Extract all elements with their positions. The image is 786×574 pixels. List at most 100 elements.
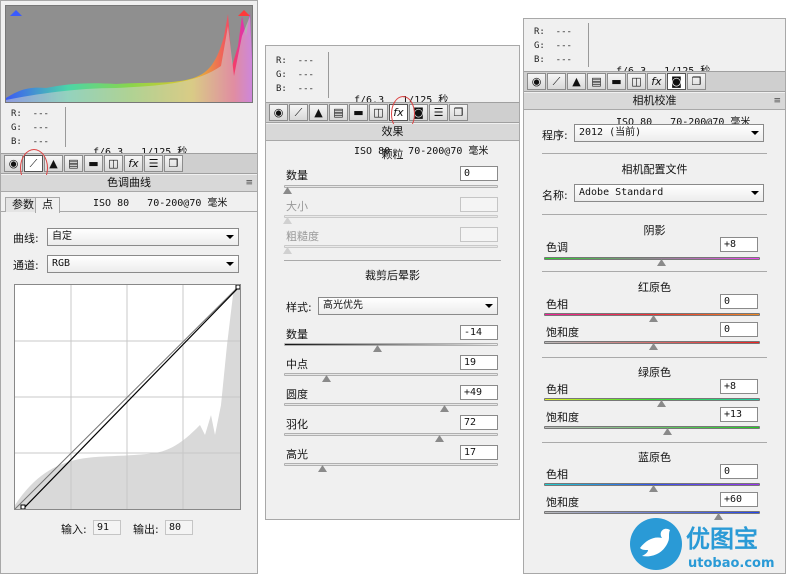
curve-select[interactable]: 自定 bbox=[47, 228, 239, 246]
lens-icon[interactable]: ◫ bbox=[627, 73, 646, 90]
vignette-amount-field[interactable]: -14 bbox=[460, 325, 498, 340]
divider bbox=[542, 442, 767, 443]
chevron-down-icon bbox=[485, 304, 493, 308]
vignette-roundness-field[interactable]: +49 bbox=[460, 385, 498, 400]
grain-size-slider[interactable] bbox=[283, 215, 498, 224]
green-saturation-field[interactable]: +13 bbox=[720, 407, 758, 422]
curve-label: 曲线: bbox=[13, 232, 39, 245]
slider-thumb[interactable] bbox=[649, 485, 658, 492]
slider-thumb[interactable] bbox=[283, 247, 292, 254]
camera-calibration-icon[interactable]: ◙ bbox=[667, 73, 686, 90]
channel-select-value: RGB bbox=[52, 258, 71, 269]
input-value-field[interactable]: 91 bbox=[93, 520, 121, 535]
process-select[interactable]: 2012 (当前) bbox=[574, 124, 764, 142]
grain-size-field[interactable] bbox=[460, 197, 498, 212]
blue-hue-field[interactable]: 0 bbox=[720, 464, 758, 479]
output-value-field[interactable]: 80 bbox=[165, 520, 193, 535]
curve-point-icon bbox=[20, 504, 26, 510]
red-saturation-field[interactable]: 0 bbox=[720, 322, 758, 337]
tone-curve-panel: R: --- G: --- B: --- f/6.3 1/125 秒 ISO 8… bbox=[0, 0, 258, 574]
detail-icon[interactable]: ▲ bbox=[309, 104, 328, 121]
vignette-amount-slider[interactable] bbox=[284, 343, 498, 352]
channel-select[interactable]: RGB bbox=[47, 255, 239, 273]
green-hue-field[interactable]: +8 bbox=[720, 379, 758, 394]
lens-icon[interactable]: ◫ bbox=[104, 155, 123, 172]
vignette-feather-slider[interactable] bbox=[284, 433, 498, 442]
green-primary-section-title: 绿原色 bbox=[638, 366, 671, 379]
watermark-url: utobao.com bbox=[688, 556, 775, 571]
slider-thumb[interactable] bbox=[322, 375, 331, 382]
profile-name-value: Adobe Standard bbox=[579, 187, 664, 198]
slider-thumb[interactable] bbox=[649, 343, 658, 350]
grain-roughness-field[interactable] bbox=[460, 227, 498, 242]
shadow-clipping-icon bbox=[10, 10, 22, 16]
green-hue-slider[interactable] bbox=[544, 398, 760, 407]
divider bbox=[542, 357, 767, 358]
basic-icon[interactable]: ◉ bbox=[527, 73, 546, 90]
chevron-down-icon bbox=[226, 262, 234, 266]
divider bbox=[542, 153, 767, 154]
panel-menu-icon[interactable]: ≡ bbox=[245, 175, 253, 191]
highlight-clipping-icon bbox=[238, 10, 250, 16]
presets-icon[interactable]: ❐ bbox=[687, 73, 706, 90]
tone-curve-icon[interactable]: ⟋ bbox=[289, 104, 308, 121]
curve-select-value: 自定 bbox=[52, 231, 72, 242]
vignette-feather-field[interactable]: 72 bbox=[460, 415, 498, 430]
red-hue-field[interactable]: 0 bbox=[720, 294, 758, 309]
slider-thumb[interactable] bbox=[283, 187, 292, 194]
blue-saturation-field[interactable]: +60 bbox=[720, 492, 758, 507]
vignette-section-title: 裁剪后晕影 bbox=[365, 269, 420, 282]
tone-curve-icon[interactable]: ⟋ bbox=[547, 73, 566, 90]
basic-icon[interactable]: ◉ bbox=[269, 104, 288, 121]
slider-thumb[interactable] bbox=[649, 315, 658, 322]
fx-icon[interactable]: fx bbox=[647, 73, 666, 90]
presets-icon[interactable]: ❐ bbox=[164, 155, 183, 172]
split-toning-icon[interactable]: ▬ bbox=[607, 73, 626, 90]
fx-icon[interactable]: fx bbox=[124, 155, 143, 172]
shadows-tint-field[interactable]: +8 bbox=[720, 237, 758, 252]
red-hue-slider[interactable] bbox=[544, 313, 760, 322]
vignette-style-select[interactable]: 高光优先 bbox=[318, 297, 498, 315]
vignette-highlights-field[interactable]: 17 bbox=[460, 445, 498, 460]
panel-tabs-toolbar: ◉ ⟋ ▲ ▤ ▬ ◫ fx ◙ ❐ bbox=[524, 71, 785, 92]
camera-calibration-icon[interactable]: ☰ bbox=[144, 155, 163, 172]
vignette-roundness-label: 圆度 bbox=[286, 388, 308, 401]
slider-thumb[interactable] bbox=[440, 405, 449, 412]
blue-hue-slider[interactable] bbox=[544, 483, 760, 492]
slider-thumb[interactable] bbox=[657, 259, 666, 266]
lens-icon[interactable]: ◫ bbox=[369, 104, 388, 121]
histogram-graph bbox=[6, 10, 252, 102]
detail-icon[interactable]: ▲ bbox=[567, 73, 586, 90]
vignette-midpoint-slider[interactable] bbox=[284, 373, 498, 382]
profile-name-select[interactable]: Adobe Standard bbox=[574, 184, 764, 202]
grain-amount-field[interactable]: 0 bbox=[460, 166, 498, 181]
split-toning-icon[interactable]: ▬ bbox=[84, 155, 103, 172]
snapshots-icon[interactable]: ❐ bbox=[449, 104, 468, 121]
slider-thumb[interactable] bbox=[663, 428, 672, 435]
slider-thumb[interactable] bbox=[435, 435, 444, 442]
split-toning-icon[interactable]: ▬ bbox=[349, 104, 368, 121]
grain-roughness-slider[interactable] bbox=[283, 245, 498, 254]
vignette-midpoint-field[interactable]: 19 bbox=[460, 355, 498, 370]
red-saturation-label: 饱和度 bbox=[546, 326, 579, 339]
hsl-icon[interactable]: ▤ bbox=[64, 155, 83, 172]
red-saturation-slider[interactable] bbox=[544, 341, 760, 350]
panel-menu-icon[interactable]: ≡ bbox=[773, 93, 781, 109]
tone-curve-graph[interactable] bbox=[14, 284, 241, 510]
green-saturation-slider[interactable] bbox=[544, 426, 760, 435]
tab-point[interactable]: 点 bbox=[35, 197, 60, 213]
slider-thumb[interactable] bbox=[318, 465, 327, 472]
readout-r: R: --- bbox=[534, 27, 572, 37]
presets-icon[interactable]: ☰ bbox=[429, 104, 448, 121]
vignette-style-label: 样式: bbox=[286, 301, 312, 314]
slider-thumb[interactable] bbox=[283, 217, 292, 224]
hsl-icon[interactable]: ▤ bbox=[587, 73, 606, 90]
slider-thumb[interactable] bbox=[373, 345, 382, 352]
grain-amount-slider[interactable] bbox=[283, 185, 498, 194]
hsl-icon[interactable]: ▤ bbox=[329, 104, 348, 121]
shadows-tint-slider[interactable] bbox=[544, 257, 760, 266]
vignette-highlights-slider[interactable] bbox=[284, 463, 498, 472]
grain-amount-label: 数量 bbox=[286, 169, 308, 182]
vignette-roundness-slider[interactable] bbox=[284, 403, 498, 412]
slider-thumb[interactable] bbox=[657, 400, 666, 407]
